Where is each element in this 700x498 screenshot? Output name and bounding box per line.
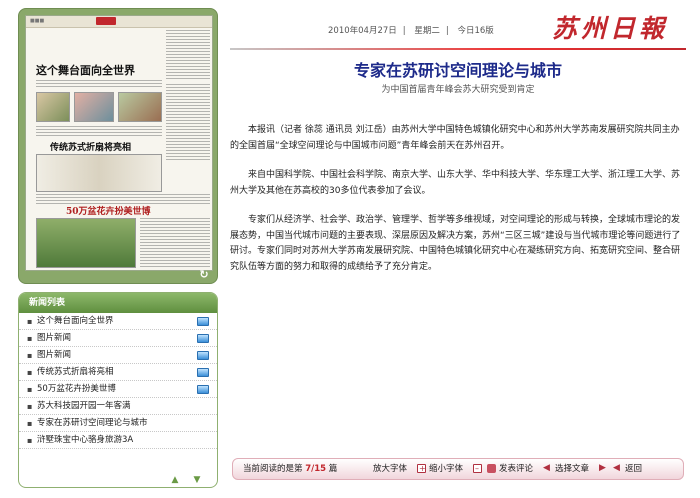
news-list-panel: 新闻列表 ▪ 这个舞台面向全世界 ▪ 图片新闻 ▪ 图片新闻 ▪ 传统苏式折扇将亮相 ▪… — [18, 292, 218, 488]
picture-icon — [197, 385, 209, 394]
thumbnail-headline-1: 这个舞台面向全世界 — [36, 64, 135, 77]
thumbnail-photo-flowers — [36, 218, 136, 268]
comment-label: 发表评论 — [499, 464, 534, 474]
picture-icon — [197, 334, 209, 343]
thumbnail-mast-text: ■■■ — [30, 18, 45, 24]
issue-date: 2010年04月27日 — [328, 26, 397, 36]
thumbnail-headline-2: 传统苏式折扇将亮相 — [50, 143, 132, 153]
article-body: 本报讯（记者 徐蕊 通讯员 刘江岳）由苏州大学中国特色城镇化研究中心和苏州大学苏… — [230, 123, 686, 275]
scroll-up-icon[interactable]: ▲ — [169, 475, 181, 485]
article: 专家在苏研讨空间理论与城市 为中国首届青年峰会苏大研究受到肯定 本报讯（记者 徐… — [230, 60, 686, 289]
header-divider — [230, 48, 686, 50]
article-paragraph: 本报讯（记者 徐蕊 通讯员 刘江岳）由苏州大学中国特色城镇化研究中心和苏州大学苏… — [230, 125, 680, 151]
bullet-icon: ▪ — [27, 385, 33, 394]
list-item[interactable]: ▪ 图片新闻 — [19, 347, 217, 364]
article-subtitle: 为中国首届青年峰会苏大研究受到肯定 — [381, 85, 535, 95]
news-item-label: 图片新闻 — [37, 333, 72, 343]
list-item[interactable]: ▪ 50万盆花卉扮美世博 — [19, 381, 217, 398]
reading-status: 当前阅读的是第 7/15 篇 — [243, 459, 337, 479]
left-panel: ■■■ 这个舞台面向全世界 传统苏式折扇将亮相 50万盆花卉扮美世博 ↻ 新闻列… — [18, 8, 218, 488]
thumbnail-body-text — [36, 194, 210, 204]
zoom-out-icon[interactable] — [473, 459, 482, 479]
list-item[interactable]: ▪ 传统苏式折扇将亮相 — [19, 364, 217, 381]
issue-weekday: 星期二 — [414, 26, 440, 36]
news-item-label: 这个舞台面向全世界 — [37, 316, 114, 326]
thumbnail-photo-1 — [36, 92, 70, 122]
article-paragraph: 来自中国科学院、中国社会科学院、南京大学、山东大学、华中科技大学、华东理工大学、… — [230, 170, 681, 196]
zoom-in-label: 放大字体 — [373, 464, 408, 474]
news-item-label: 专家在苏研讨空间理论与城市 — [37, 418, 148, 428]
reading-suffix: 篇 — [328, 464, 338, 474]
list-item[interactable]: ▪ 图片新闻 — [19, 330, 217, 347]
newspaper-page-thumbnail[interactable]: ■■■ 这个舞台面向全世界 传统苏式折扇将亮相 50万盆花卉扮美世博 — [25, 15, 213, 271]
thumbnail-side-text — [166, 30, 210, 80]
separator: | — [402, 26, 406, 36]
article-toolbar: 当前阅读的是第 7/15 篇 放大字体 缩小字体 发表评论 ◀ 选择文章 ▶ ◀… — [232, 458, 684, 480]
zoom-out-button[interactable]: 缩小字体 — [429, 459, 463, 479]
news-item-label: 浒墅珠宝中心骆身旅游3A — [37, 435, 134, 445]
thumbnail-mast-logo — [96, 17, 116, 25]
thumbnail-caption — [36, 126, 162, 138]
picture-icon — [197, 317, 209, 326]
thumbnail-photo-2 — [74, 92, 114, 122]
bullet-icon: ▪ — [27, 334, 33, 343]
bullet-icon: ▪ — [27, 317, 33, 326]
bullet-icon: ▪ — [27, 436, 33, 445]
thumbnail-photo-3 — [118, 92, 162, 122]
next-arrow-icon[interactable]: ▶ — [599, 464, 606, 473]
news-list-header: 新闻列表 — [19, 293, 217, 313]
bullet-icon: ▪ — [27, 351, 33, 360]
list-item[interactable]: ▪ 专家在苏研讨空间理论与城市 — [19, 415, 217, 432]
back-button[interactable]: 返回 — [625, 459, 642, 479]
edition-count: 今日16版 — [457, 26, 494, 36]
thumbnail-headline-3: 50万盆花卉扮美世博 — [66, 207, 151, 217]
thumbnail-subhead — [36, 80, 162, 88]
bullet-icon: ▪ — [27, 368, 33, 377]
comment-icon[interactable] — [487, 464, 496, 473]
list-item[interactable]: ▪ 这个舞台面向全世界 — [19, 313, 217, 330]
select-article-button[interactable]: 选择文章 — [555, 459, 589, 479]
reading-prefix: 当前阅读的是第 — [243, 464, 303, 474]
separator: | — [445, 26, 449, 36]
list-item[interactable]: ▪ 苏大科技园开园一年客满 — [19, 398, 217, 415]
scroll-down-icon[interactable]: ▼ — [191, 475, 203, 485]
picture-icon — [197, 351, 209, 360]
thumbnail-photo-fans — [36, 154, 162, 192]
top-bar: 2010年04月27日 | 星期二 | 今日16版 苏州日報 — [230, 12, 686, 50]
picture-icon — [197, 368, 209, 377]
article-title: 专家在苏研讨空间理论与城市 — [353, 61, 562, 80]
back-label: 返回 — [625, 464, 643, 474]
zoom-in-icon[interactable] — [417, 459, 426, 479]
bullet-icon: ▪ — [27, 402, 33, 411]
bullet-icon: ▪ — [27, 419, 33, 428]
select-article-label: 选择文章 — [555, 464, 590, 474]
current-article-number: 7/15 — [305, 464, 327, 474]
news-item-label: 苏大科技园开园一年客满 — [37, 401, 131, 411]
news-item-label: 图片新闻 — [37, 350, 72, 360]
news-item-label: 传统苏式折扇将亮相 — [37, 367, 114, 377]
zoom-out-label: 缩小字体 — [429, 464, 464, 474]
news-item-label: 50万盆花卉扮美世博 — [37, 384, 116, 394]
date-strip: 2010年04月27日 | 星期二 | 今日16版 — [328, 22, 500, 40]
refresh-icon[interactable]: ↻ — [197, 269, 211, 281]
article-paragraph: 专家们从经济学、社会学、政治学、管理学、哲学等多维视域，对空间理论的形成与转换，… — [230, 215, 681, 272]
newspaper-logo[interactable]: 苏州日報 — [538, 12, 682, 46]
zoom-in-button[interactable]: 放大字体 — [373, 459, 407, 479]
comment-button[interactable]: 发表评论 — [499, 459, 533, 479]
back-arrow-icon[interactable]: ◀ — [613, 464, 620, 473]
thumbnail-bottom-text — [140, 218, 210, 268]
list-item[interactable]: ▪ 浒墅珠宝中心骆身旅游3A — [19, 432, 217, 449]
thumbnail-column-text — [166, 84, 210, 160]
thumbnail-masthead: ■■■ — [26, 16, 212, 28]
newspaper-thumbnail-frame: ■■■ 这个舞台面向全世界 传统苏式折扇将亮相 50万盆花卉扮美世博 ↻ — [18, 8, 218, 284]
news-list: ▪ 这个舞台面向全世界 ▪ 图片新闻 ▪ 图片新闻 ▪ 传统苏式折扇将亮相 ▪ 50万盆花… — [19, 313, 217, 449]
prev-arrow-icon[interactable]: ◀ — [543, 464, 550, 473]
news-list-pager: ▲ ▼ — [19, 473, 217, 487]
